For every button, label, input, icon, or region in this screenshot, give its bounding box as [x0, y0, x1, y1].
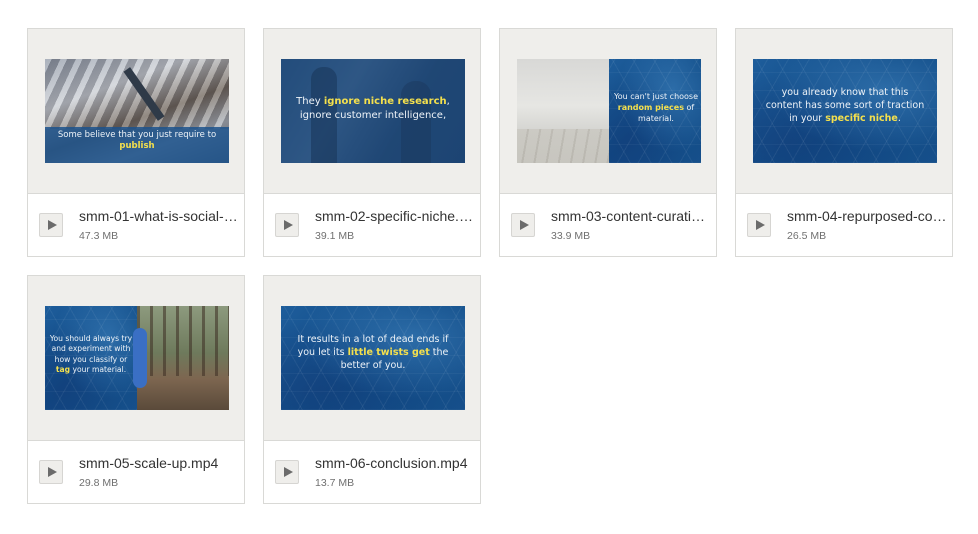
video-caption: It results in a lot of dead ends if you … [297, 334, 449, 371]
thumbnail-area[interactable]: They ignore niche research, ignore custo… [264, 29, 480, 194]
video-caption: You can't just choose random pieces of m… [613, 92, 699, 123]
file-name[interactable]: smm-06-conclusion.mp4 [315, 455, 475, 471]
video-caption: They ignore niche research, ignore custo… [296, 96, 450, 121]
video-thumbnail[interactable]: You should always try and experiment wit… [45, 306, 229, 410]
file-info[interactable]: smm-01-what-is-social-media-marketing.mp… [28, 194, 244, 256]
video-thumbnail[interactable]: Some believe that you just require to pu… [45, 59, 229, 163]
file-card[interactable]: Some believe that you just require to pu… [27, 28, 245, 257]
file-info[interactable]: smm-04-repurposed-content.mp4 26.5 MB [736, 194, 952, 256]
play-icon[interactable] [275, 460, 299, 484]
file-card[interactable]: It results in a lot of dead ends if you … [263, 275, 481, 504]
file-size: 26.5 MB [787, 230, 827, 242]
file-name[interactable]: smm-04-repurposed-content.mp4 [787, 208, 947, 224]
file-info[interactable]: smm-02-specific-niche.mp4 39.1 MB [264, 194, 480, 256]
video-thumbnail[interactable]: It results in a lot of dead ends if you … [281, 306, 465, 410]
file-info[interactable]: smm-05-scale-up.mp4 29.8 MB [28, 441, 244, 503]
file-size: 39.1 MB [315, 230, 355, 242]
video-caption: Some believe that you just require to pu… [57, 130, 217, 152]
play-icon[interactable] [275, 213, 299, 237]
video-caption: you already know that this content has s… [765, 87, 925, 124]
file-card[interactable]: You can't just choose random pieces of m… [499, 28, 717, 257]
file-size: 47.3 MB [79, 230, 119, 242]
file-name[interactable]: smm-03-content-curation.mp4 [551, 208, 711, 224]
file-info[interactable]: smm-03-content-curation.mp4 33.9 MB [500, 194, 716, 256]
file-name[interactable]: smm-01-what-is-social-media-marketing.mp… [79, 208, 239, 224]
file-size: 13.7 MB [315, 477, 355, 489]
thumbnail-area[interactable]: you already know that this content has s… [736, 29, 952, 194]
thumbnail-area[interactable]: You should always try and experiment wit… [28, 276, 244, 441]
play-icon[interactable] [39, 213, 63, 237]
thumbnail-area[interactable]: It results in a lot of dead ends if you … [264, 276, 480, 441]
thumbnail-area[interactable]: Some believe that you just require to pu… [28, 29, 244, 194]
file-name[interactable]: smm-05-scale-up.mp4 [79, 455, 239, 471]
video-thumbnail[interactable]: They ignore niche research, ignore custo… [281, 59, 465, 163]
file-card[interactable]: They ignore niche research, ignore custo… [263, 28, 481, 257]
file-card[interactable]: You should always try and experiment wit… [27, 275, 245, 504]
file-name[interactable]: smm-02-specific-niche.mp4 [315, 208, 475, 224]
play-icon[interactable] [747, 213, 771, 237]
file-size: 29.8 MB [79, 477, 119, 489]
play-icon[interactable] [39, 460, 63, 484]
file-info[interactable]: smm-06-conclusion.mp4 13.7 MB [264, 441, 480, 503]
video-thumbnail[interactable]: you already know that this content has s… [753, 59, 937, 163]
video-caption: You should always try and experiment wit… [49, 334, 133, 374]
file-size: 33.9 MB [551, 230, 591, 242]
play-icon[interactable] [511, 213, 535, 237]
video-thumbnail[interactable]: You can't just choose random pieces of m… [517, 59, 701, 163]
file-card[interactable]: you already know that this content has s… [735, 28, 953, 257]
thumbnail-area[interactable]: You can't just choose random pieces of m… [500, 29, 716, 194]
